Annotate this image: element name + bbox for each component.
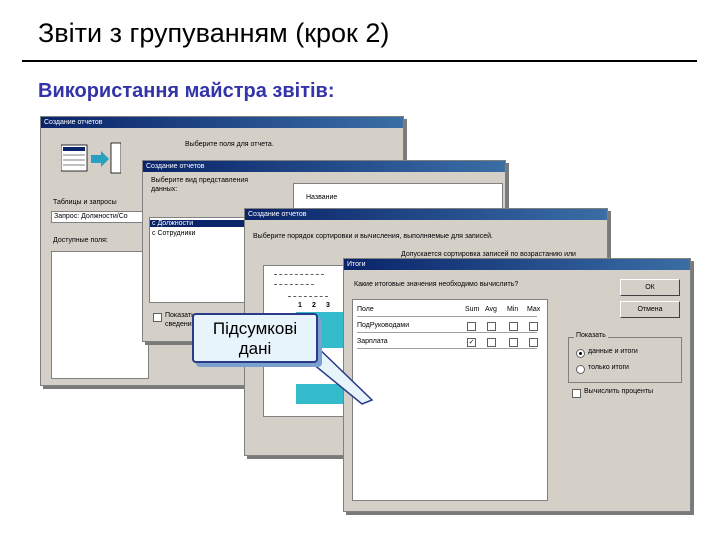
available-fields-list[interactable] <box>51 251 149 379</box>
preview-dashes-2 <box>274 284 314 285</box>
table-row: ПодРуководами <box>357 320 538 333</box>
window-2-prompt-line1: Выберите вид представления <box>151 177 249 184</box>
available-fields-label: Доступные поля: <box>53 237 108 244</box>
row-field-name: ПодРуководами <box>357 322 410 329</box>
totals-header-row: Поле Sum Avg Min Max <box>357 304 541 317</box>
totals-question: Какие итоговые значения необходимо вычис… <box>354 281 519 288</box>
calculate-percent-label: Вычислить проценты <box>584 388 654 395</box>
preview-dashes-1 <box>274 274 324 275</box>
tables-queries-label: Таблицы и запросы <box>53 199 117 206</box>
avg-checkbox[interactable] <box>487 322 496 331</box>
ok-button[interactable]: ОК <box>620 279 680 296</box>
title-rule <box>22 60 697 62</box>
callout-line1: Підсумкові <box>212 319 298 338</box>
window-3-hint: Допускается сортировка записей по возрас… <box>401 251 576 258</box>
window-3-prompt: Выберите порядок сортировки и вычисления… <box>253 233 493 240</box>
column-max: Max <box>527 306 541 313</box>
totals-dialog: Итоги Какие итоговые значения необходимо… <box>343 258 691 512</box>
avg-checkbox[interactable] <box>487 338 496 347</box>
calculate-percent-checkbox[interactable] <box>572 389 581 398</box>
show-details-checkbox[interactable] <box>153 313 162 322</box>
column-field: Поле <box>357 306 374 313</box>
callout-line2: дані <box>238 339 272 358</box>
window-3-titlebar[interactable]: Создание отчетов <box>245 209 607 220</box>
row-field-name: Зарплата <box>357 338 388 345</box>
max-checkbox[interactable] <box>529 322 538 331</box>
view-item-positions[interactable]: с Должности <box>150 220 246 227</box>
max-checkbox[interactable] <box>529 338 538 347</box>
totals-only-label: только итоги <box>588 364 629 371</box>
column-sum: Sum <box>465 306 480 313</box>
min-checkbox[interactable] <box>509 338 518 347</box>
view-type-list[interactable]: с Должности с Сотрудники <box>149 217 246 303</box>
show-details-line1: Показать <box>165 312 195 319</box>
sort-number-2: 2 <box>312 302 316 309</box>
preview-field-title: Название <box>306 194 338 201</box>
show-details-line2: сведения <box>165 321 196 328</box>
window-1-prompt: Выберите поля для отчета. <box>185 141 274 148</box>
show-groupbox-label: Показать <box>574 332 608 339</box>
totals-grid: Поле Sum Avg Min Max ПодРуководами Зарпл… <box>352 299 548 501</box>
data-and-totals-radio[interactable] <box>576 349 585 358</box>
min-checkbox[interactable] <box>509 322 518 331</box>
window-2-titlebar[interactable]: Создание отчетов <box>143 161 505 172</box>
slide-subtitle: Використання майстра звітів: <box>38 80 335 102</box>
sum-checkbox[interactable] <box>467 322 476 331</box>
window-1-titlebar[interactable]: Создание отчетов <box>41 117 403 128</box>
slide-title: Звіти з групуванням (крок 2) <box>38 18 390 48</box>
window-2-prompt-line2: данных: <box>151 186 178 193</box>
data-and-totals-label: данные и итоги <box>588 348 638 355</box>
tables-queries-select[interactable]: Запрос: Должности/Со <box>51 211 149 223</box>
column-avg: Avg <box>485 306 497 313</box>
totals-only-radio[interactable] <box>576 365 585 374</box>
show-groupbox <box>568 337 682 383</box>
sort-number-1: 1 <box>298 302 302 309</box>
tables-queries-value: Запрос: Должности/Со <box>54 213 128 220</box>
sum-checkbox[interactable]: ✓ <box>467 338 476 347</box>
cancel-button[interactable]: Отмена <box>620 301 680 318</box>
view-item-employees[interactable]: с Сотрудники <box>152 230 195 237</box>
table-row: Зарплата ✓ <box>357 336 538 349</box>
preview-dashes-3 <box>288 296 328 297</box>
summary-data-callout: Підсумкові дані <box>192 313 318 363</box>
totals-titlebar[interactable]: Итоги <box>344 259 690 270</box>
sort-number-3: 3 <box>326 302 330 309</box>
column-min: Min <box>507 306 519 313</box>
wizard-illustration-icon <box>60 141 122 177</box>
